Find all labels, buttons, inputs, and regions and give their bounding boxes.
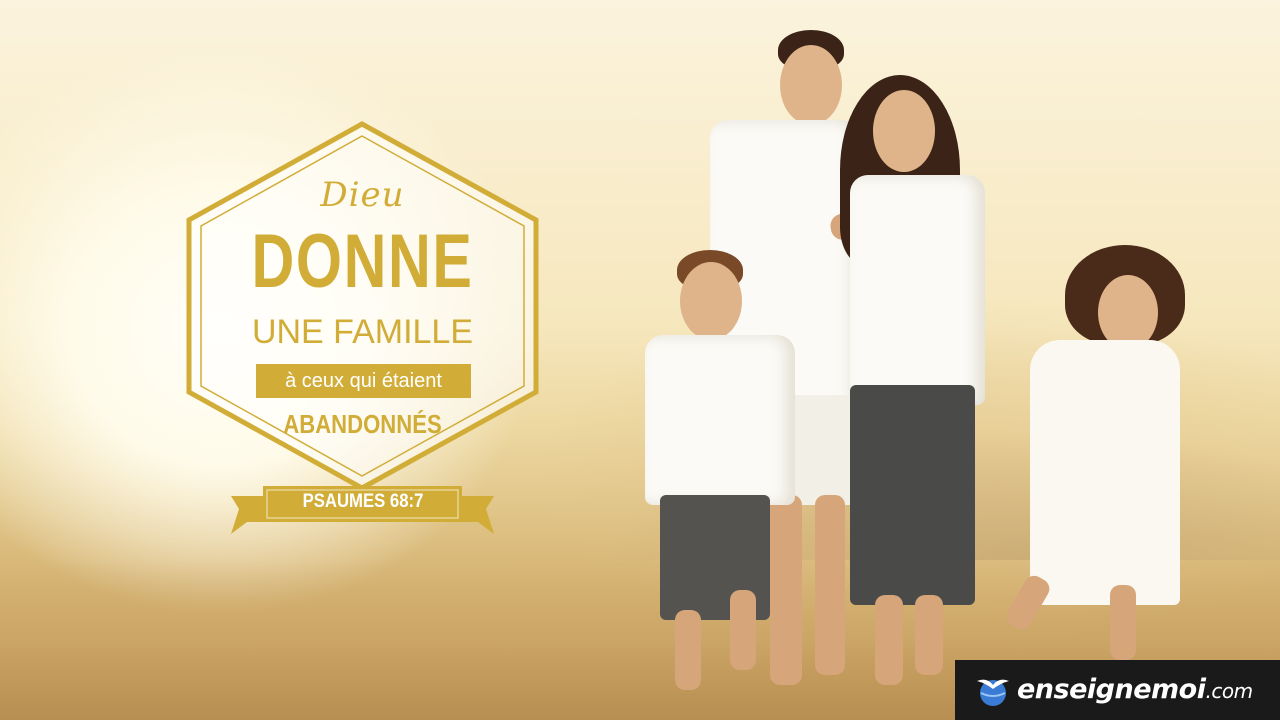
site-logo[interactable]: enseignemoi.com bbox=[955, 660, 1280, 720]
verse-line-dieu: Dieu bbox=[320, 175, 405, 215]
mother-figure bbox=[835, 75, 1005, 695]
verse-reference: PSAUMES 68:7 bbox=[302, 491, 424, 512]
verse-highlight-bar: à ceux qui étaient bbox=[256, 364, 471, 398]
verse-line-famille: UNE FAMILLE bbox=[251, 313, 474, 351]
logo-domain: .com bbox=[1205, 679, 1253, 703]
girl-figure bbox=[1002, 245, 1200, 665]
verse-line-ceux: à ceux qui étaient bbox=[285, 370, 442, 392]
bird-globe-icon bbox=[977, 679, 1009, 706]
boy-figure bbox=[635, 250, 820, 700]
logo-wordmark: enseignemoi.com bbox=[1017, 672, 1253, 709]
verse-line-abandonnes: ABANDONNÉS bbox=[283, 409, 442, 439]
verse-line-donne: DONNE bbox=[251, 219, 474, 304]
verse-badge: Dieu DONNE UNE FAMILLE à ceux qui étaien… bbox=[185, 120, 540, 534]
logo-name: enseignemoi bbox=[1017, 674, 1206, 705]
